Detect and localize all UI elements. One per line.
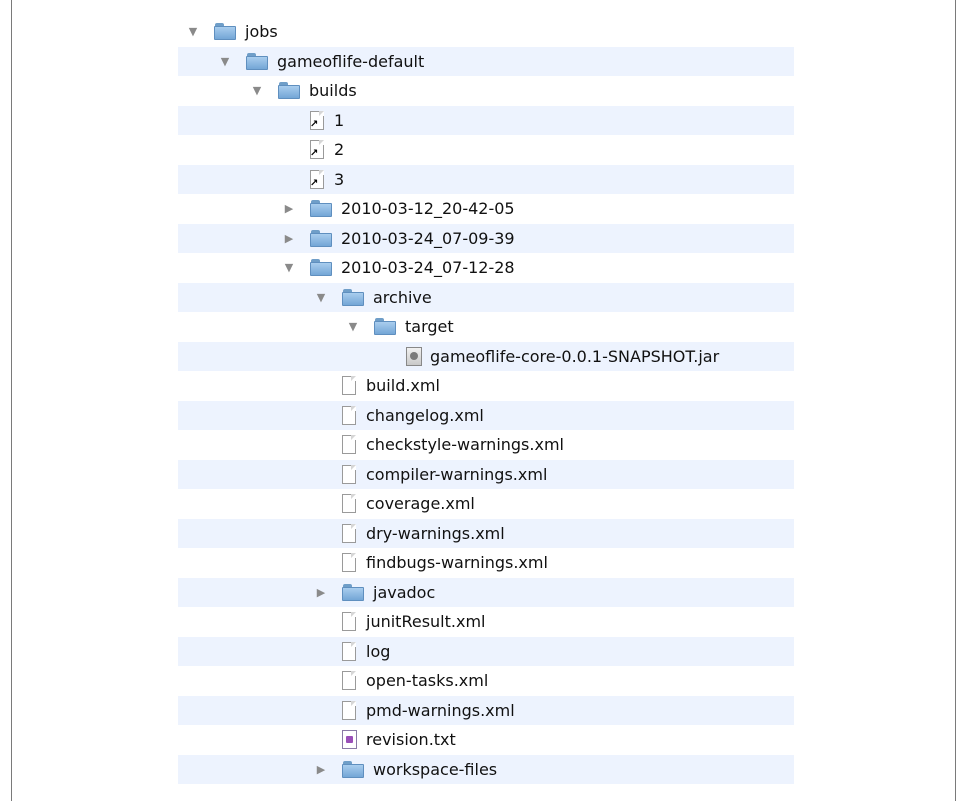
document-icon [342, 435, 357, 455]
file-tree: ▼ jobs ▼ gameoflife-default ▼ builds ↗ 1 ↗ 2 ↗ 3 ▶ 20… [178, 17, 794, 784]
tree-row[interactable]: build.xml [178, 371, 794, 401]
document-icon [342, 641, 357, 661]
document-icon [342, 700, 357, 720]
tree-item-label: 1 [334, 110, 345, 130]
disclosure-expanded-icon[interactable]: ▼ [250, 84, 264, 98]
tree-row[interactable]: ▼ archive [178, 282, 794, 312]
document-icon [342, 671, 357, 691]
tree-item-label: changelog.xml [366, 405, 484, 425]
tree-row[interactable]: compiler-warnings.xml [178, 459, 794, 489]
tree-item-label: javadoc [373, 582, 436, 602]
tree-item-label: coverage.xml [366, 494, 475, 514]
folder-icon [214, 23, 236, 41]
tree-row[interactable]: junitResult.xml [178, 607, 794, 637]
tree-item-label: workspace-files [373, 759, 498, 779]
tree-row[interactable]: changelog.xml [178, 400, 794, 430]
tree-item-label: 2 [334, 140, 345, 160]
tree-item-label: open-tasks.xml [366, 671, 489, 691]
tree-item-label: gameoflife-core-0.0.1-SNAPSHOT.jar [430, 346, 720, 366]
text-file-icon [342, 730, 357, 750]
tree-row[interactable]: ▼ gameoflife-default [178, 46, 794, 76]
tree-item-label: findbugs-warnings.xml [366, 553, 548, 573]
folder-icon [310, 229, 332, 247]
tree-row[interactable]: revision.txt [178, 725, 794, 755]
tree-item-label: pmd-warnings.xml [366, 700, 515, 720]
tree-row[interactable]: ▼ 2010-03-24_07-12-28 [178, 253, 794, 283]
folder-icon [278, 82, 300, 100]
document-icon [342, 553, 357, 573]
disclosure-expanded-icon[interactable]: ▼ [282, 261, 296, 275]
alias-file-icon: ↗ [310, 169, 325, 189]
disclosure-collapsed-icon[interactable]: ▶ [282, 231, 296, 245]
folder-icon [246, 52, 268, 70]
tree-item-label: compiler-warnings.xml [366, 464, 548, 484]
tree-row[interactable]: ▶ 2010-03-12_20-42-05 [178, 194, 794, 224]
folder-icon [374, 318, 396, 336]
tree-row[interactable]: ↗ 1 [178, 105, 794, 135]
document-icon [342, 405, 357, 425]
tree-item-label: revision.txt [366, 730, 456, 750]
folder-icon [310, 259, 332, 277]
tree-row[interactable]: open-tasks.xml [178, 666, 794, 696]
tree-row[interactable]: log [178, 636, 794, 666]
disclosure-expanded-icon[interactable]: ▼ [314, 290, 328, 304]
tree-row[interactable]: ▶ workspace-files [178, 754, 794, 784]
disclosure-collapsed-icon[interactable]: ▶ [314, 585, 328, 599]
folder-icon [342, 288, 364, 306]
folder-icon [342, 583, 364, 601]
tree-item-label: 2010-03-24_07-09-39 [341, 228, 515, 248]
tree-row[interactable]: findbugs-warnings.xml [178, 548, 794, 578]
tree-row[interactable]: checkstyle-warnings.xml [178, 430, 794, 460]
tree-row[interactable]: ▼ jobs [178, 17, 794, 47]
tree-item-label: checkstyle-warnings.xml [366, 435, 564, 455]
tree-item-label: target [405, 317, 454, 337]
folder-icon [310, 200, 332, 218]
disclosure-collapsed-icon[interactable]: ▶ [314, 762, 328, 776]
tree-item-label: builds [309, 81, 357, 101]
disclosure-collapsed-icon[interactable]: ▶ [282, 202, 296, 216]
tree-row[interactable]: ▼ builds [178, 76, 794, 106]
tree-item-label: junitResult.xml [366, 612, 486, 632]
tree-item-label: jobs [245, 22, 278, 42]
tree-item-label: log [366, 641, 391, 661]
tree-item-label: 2010-03-24_07-12-28 [341, 258, 515, 278]
tree-row[interactable]: ↗ 2 [178, 135, 794, 165]
document-icon [342, 612, 357, 632]
document-icon [342, 494, 357, 514]
tree-row[interactable]: dry-warnings.xml [178, 518, 794, 548]
jar-file-icon [406, 346, 422, 366]
tree-row[interactable]: ↗ 3 [178, 164, 794, 194]
disclosure-expanded-icon[interactable]: ▼ [218, 54, 232, 68]
document-icon [342, 464, 357, 484]
disclosure-expanded-icon[interactable]: ▼ [346, 320, 360, 334]
document-icon [342, 523, 357, 543]
tree-item-label: archive [373, 287, 432, 307]
tree-item-label: gameoflife-default [277, 51, 425, 71]
tree-item-label: 3 [334, 169, 345, 189]
tree-row[interactable]: gameoflife-core-0.0.1-SNAPSHOT.jar [178, 341, 794, 371]
document-icon [342, 376, 357, 396]
alias-file-icon: ↗ [310, 140, 325, 160]
tree-item-label: dry-warnings.xml [366, 523, 505, 543]
tree-row[interactable]: ▶ javadoc [178, 577, 794, 607]
tree-row[interactable]: ▶ 2010-03-24_07-09-39 [178, 223, 794, 253]
tree-item-label: 2010-03-12_20-42-05 [341, 199, 515, 219]
alias-file-icon: ↗ [310, 110, 325, 130]
disclosure-expanded-icon[interactable]: ▼ [186, 25, 200, 39]
folder-icon [342, 760, 364, 778]
tree-item-label: build.xml [366, 376, 440, 396]
tree-row[interactable]: coverage.xml [178, 489, 794, 519]
tree-row[interactable]: pmd-warnings.xml [178, 695, 794, 725]
tree-row[interactable]: ▼ target [178, 312, 794, 342]
